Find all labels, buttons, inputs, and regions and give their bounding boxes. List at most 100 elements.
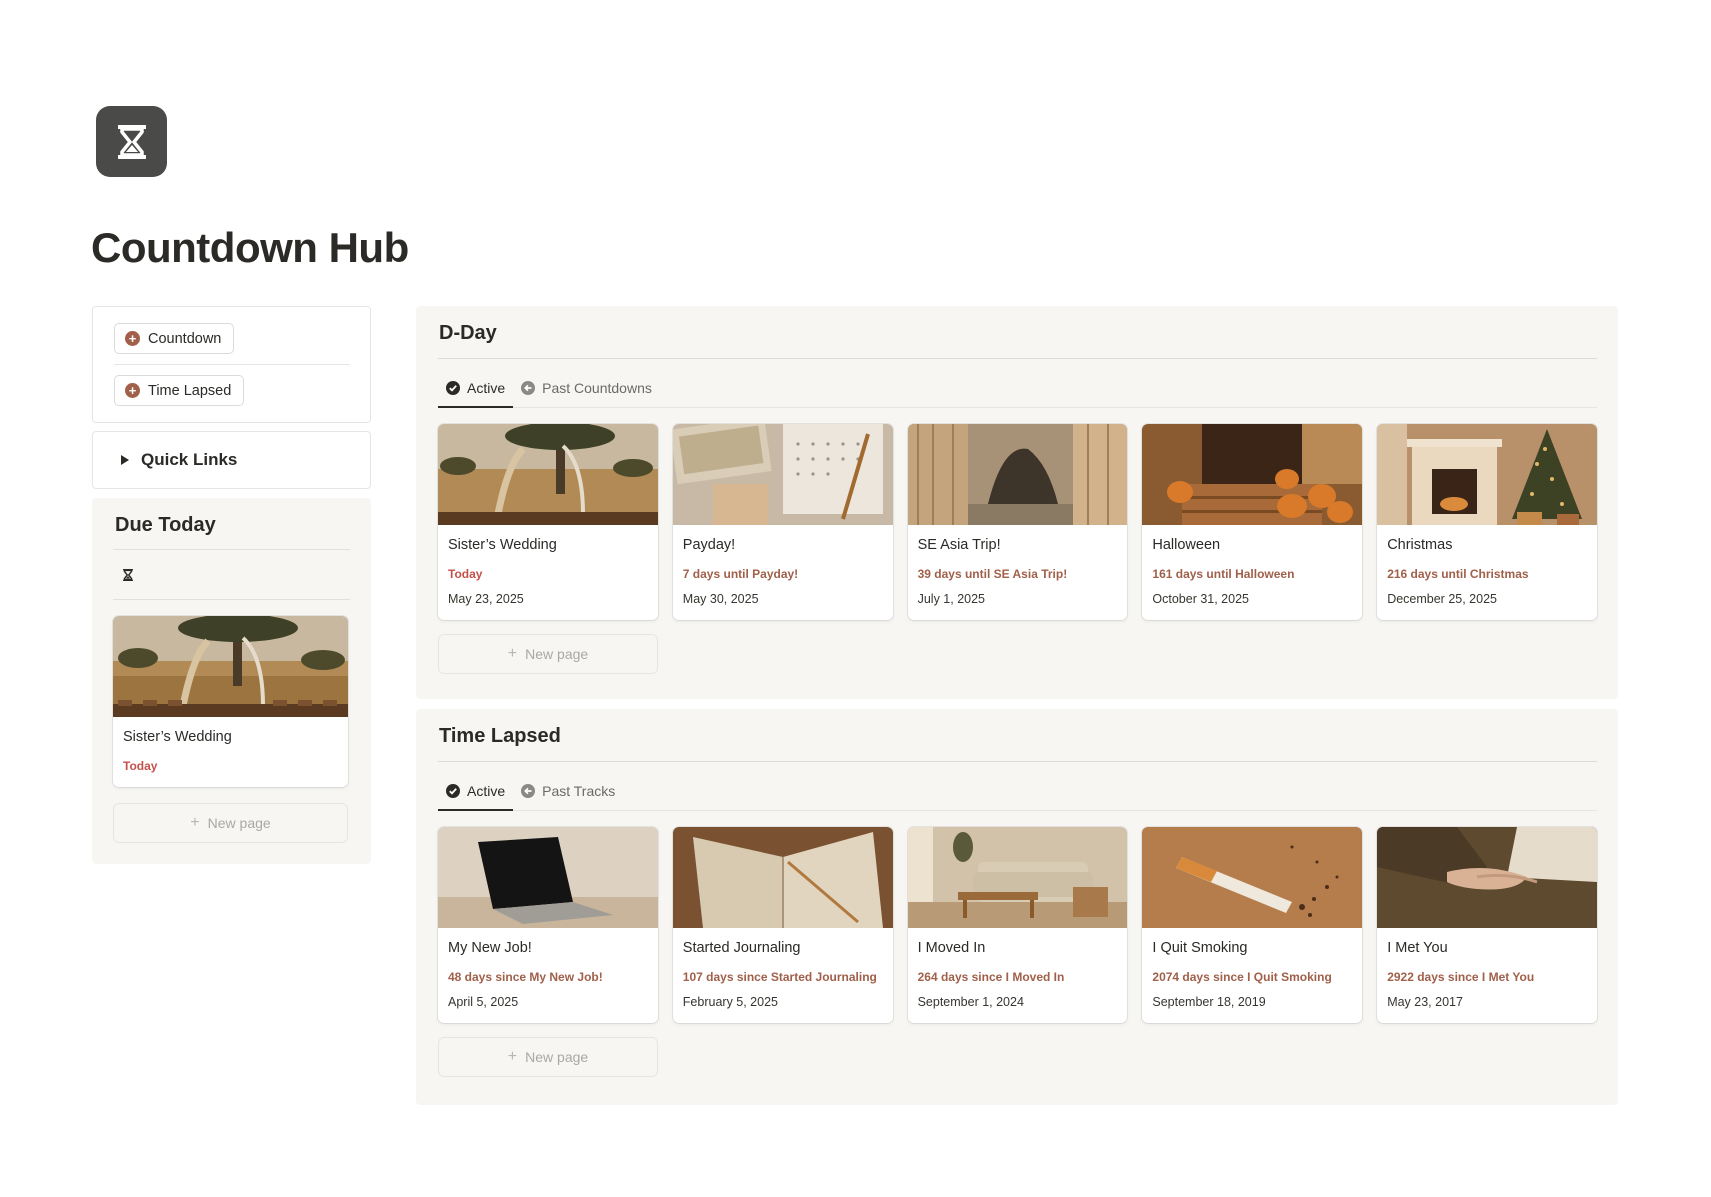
time-lapsed-title: Time Lapsed <box>439 725 561 747</box>
journal-photo <box>672 827 893 928</box>
card-date: September 18, 2019 <box>1152 995 1266 1009</box>
countdown-card[interactable]: SE Asia Trip! 39 days until SE Asia Trip… <box>907 424 1128 620</box>
cigarette-photo <box>1142 827 1363 928</box>
plus-icon: + <box>507 1048 518 1065</box>
tab-active[interactable]: Active <box>438 761 514 811</box>
new-page-label: New page <box>525 1049 589 1065</box>
christmas-tree-photo <box>1377 424 1597 525</box>
time-lapsed-card[interactable]: I Quit Smoking 2074 days since I Quit Sm… <box>1142 827 1363 1023</box>
card-title: Halloween <box>1152 537 1221 553</box>
sidebar: + Countdown + Time Lapsed Quick Links Du… <box>92 306 371 864</box>
card-status: 216 days until Christmas <box>1387 567 1529 581</box>
card-status: 48 days since My New Job! <box>448 970 603 984</box>
new-page-label: New page <box>207 815 271 831</box>
add-time-lapsed-label: Time Lapsed <box>148 382 232 399</box>
add-time-lapsed-button[interactable]: + Time Lapsed <box>114 375 245 406</box>
check-circle-icon <box>446 784 460 798</box>
card-title: I Met You <box>1387 940 1448 956</box>
divider <box>114 364 350 365</box>
card-date: May 23, 2025 <box>448 592 524 606</box>
card-status: Today <box>448 567 483 581</box>
card-date: May 23, 2017 <box>1387 995 1463 1009</box>
tab-label: Active <box>467 783 506 799</box>
time-lapsed-card[interactable]: Started Journaling 107 days since Starte… <box>672 827 893 1023</box>
due-today-view-tab[interactable] <box>113 550 350 599</box>
card-title: SE Asia Trip! <box>917 537 1001 553</box>
hourglass-icon <box>117 124 146 159</box>
new-page-button[interactable]: + New page <box>438 634 658 674</box>
countdown-card[interactable]: Christmas 216 days until Christmas Decem… <box>1377 424 1597 620</box>
plus-icon: + <box>507 645 518 662</box>
quick-links-toggle[interactable]: Quick Links <box>92 431 371 489</box>
plus-icon: + <box>190 814 200 831</box>
card-date: July 1, 2025 <box>917 592 986 606</box>
countdown-card[interactable]: Payday! 7 days until Payday! May 30, 202… <box>672 424 893 620</box>
card-title: I Quit Smoking <box>1152 940 1248 956</box>
time-lapsed-cards: My New Job! 48 days since My New Job! Ap… <box>438 827 1597 1023</box>
wedding-photo <box>113 616 348 717</box>
due-today-panel: Due Today Sister’s Wedding Today + New p… <box>92 498 371 864</box>
quick-links-label: Quick Links <box>141 450 238 469</box>
money-calendar-photo <box>672 424 893 525</box>
tab-active[interactable]: Active <box>438 358 514 408</box>
check-circle-icon <box>446 381 460 395</box>
card-date: February 5, 2025 <box>682 995 778 1009</box>
divider <box>113 599 350 600</box>
card-title: Sister’s Wedding <box>123 729 232 745</box>
hourglass-icon <box>123 568 133 581</box>
arrow-left-circle-icon <box>521 784 536 798</box>
arrow-left-circle-icon <box>521 381 536 395</box>
holding-hands-photo <box>1377 827 1597 928</box>
tab-label: Past Tracks <box>542 783 616 799</box>
tab-past-tracks[interactable]: Past Tracks <box>513 761 623 810</box>
card-status: 107 days since Started Journaling <box>682 970 877 984</box>
card-status: 161 days until Halloween <box>1152 567 1295 581</box>
card-title: My New Job! <box>448 940 532 956</box>
card-status: 264 days since I Moved In <box>917 970 1065 984</box>
plus-circle-icon: + <box>125 331 140 346</box>
page-icon[interactable] <box>96 106 167 177</box>
new-page-button[interactable]: + New page <box>113 803 348 843</box>
card-date: December 25, 2025 <box>1387 592 1497 606</box>
laptop-photo <box>438 827 658 928</box>
time-lapsed-section: Time Lapsed Active Past Tracks My New Jo… <box>416 709 1618 1105</box>
time-lapsed-tabs: Active Past Tracks <box>438 762 1597 811</box>
due-today-title: Due Today <box>115 514 216 536</box>
plus-circle-icon: + <box>125 383 140 398</box>
new-entry-buttons: + Countdown + Time Lapsed <box>92 306 371 423</box>
card-status: 7 days until Payday! <box>682 567 799 581</box>
time-lapsed-card[interactable]: I Met You 2922 days since I Met You May … <box>1377 827 1597 1023</box>
card-title: Christmas <box>1387 537 1453 553</box>
d-day-section: D-Day Active Past Countdowns Sister’s We… <box>416 306 1618 699</box>
new-page-label: New page <box>525 646 589 662</box>
add-countdown-button[interactable]: + Countdown <box>114 323 235 354</box>
card-status: 39 days until SE Asia Trip! <box>917 567 1068 581</box>
card-date: May 30, 2025 <box>682 592 759 606</box>
card-title: Started Journaling <box>682 940 801 956</box>
card-date: April 5, 2025 <box>448 995 519 1009</box>
d-day-title: D-Day <box>439 322 497 344</box>
due-today-card[interactable]: Sister’s Wedding Today <box>113 616 348 787</box>
tab-label: Active <box>467 380 506 396</box>
card-date: September 1, 2024 <box>917 995 1024 1009</box>
time-lapsed-card[interactable]: My New Job! 48 days since My New Job! Ap… <box>438 827 658 1023</box>
d-day-tabs: Active Past Countdowns <box>438 359 1597 408</box>
triangle-right-icon <box>121 455 129 465</box>
card-status: 2074 days since I Quit Smoking <box>1152 970 1332 984</box>
page-title: Countdown Hub <box>91 224 409 271</box>
card-title: I Moved In <box>917 940 986 956</box>
tab-past-countdowns[interactable]: Past Countdowns <box>513 358 660 407</box>
countdown-card[interactable]: Sister’s Wedding Today May 23, 2025 <box>438 424 658 620</box>
living-room-photo <box>907 827 1128 928</box>
card-status: Today <box>123 759 158 773</box>
new-page-button[interactable]: + New page <box>438 1037 658 1077</box>
tab-label: Past Countdowns <box>542 380 652 396</box>
card-title: Sister’s Wedding <box>448 537 557 553</box>
d-day-cards: Sister’s Wedding Today May 23, 2025 Payd… <box>438 424 1597 620</box>
card-date: October 31, 2025 <box>1152 592 1249 606</box>
time-lapsed-card[interactable]: I Moved In 264 days since I Moved In Sep… <box>907 827 1128 1023</box>
wedding-photo <box>438 424 658 525</box>
countdown-card[interactable]: Halloween 161 days until Halloween Octob… <box>1142 424 1363 620</box>
card-title: Payday! <box>682 537 736 553</box>
add-countdown-label: Countdown <box>148 330 222 347</box>
